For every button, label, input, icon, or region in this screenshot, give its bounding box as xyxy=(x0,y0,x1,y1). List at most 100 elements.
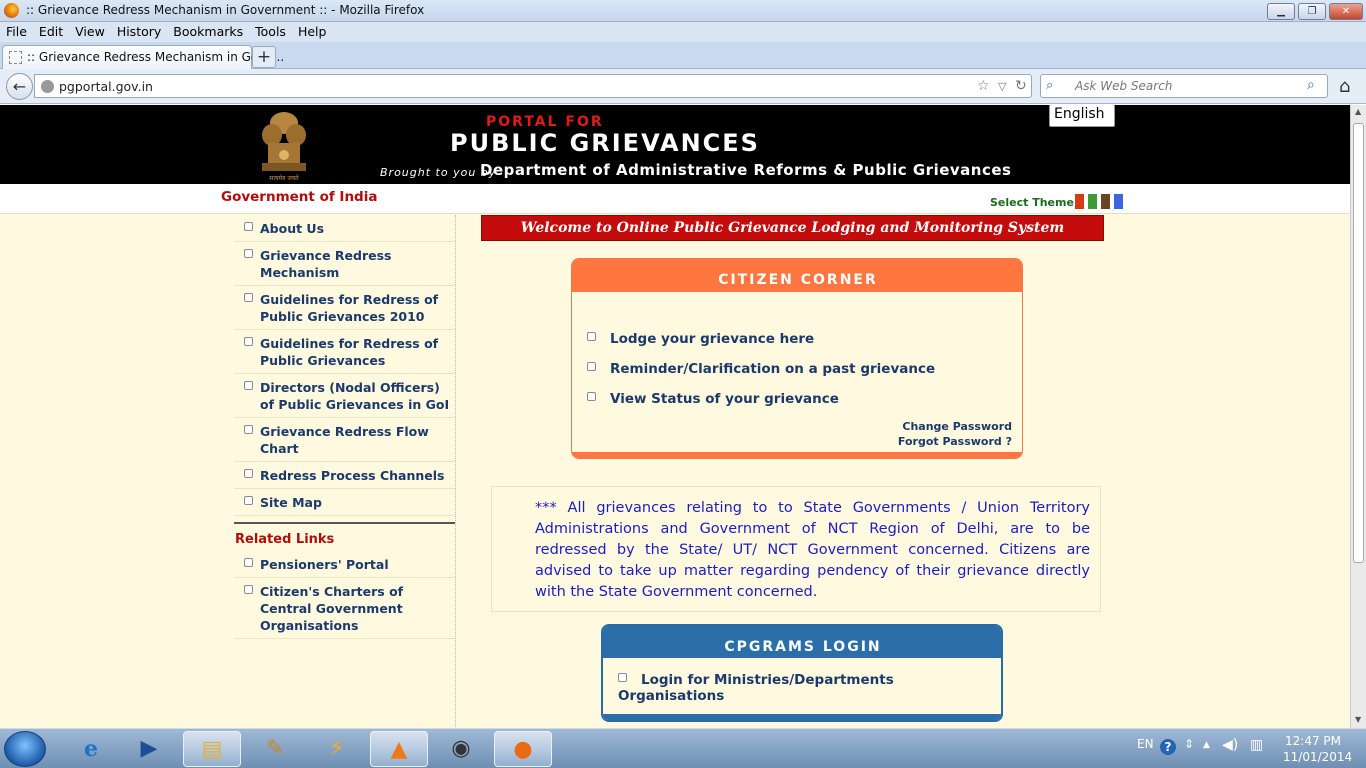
link-label: Lodge your grievance here xyxy=(610,331,815,347)
link-label: Login for Ministries/Departments Organis… xyxy=(618,672,894,704)
language-indicator[interactable]: EN xyxy=(1137,737,1154,751)
nav-label: Site Map xyxy=(260,495,322,510)
cpgrams-footer xyxy=(603,714,1001,720)
tab-grievance[interactable]: :: Grievance Redress Mechanism in Gove..… xyxy=(2,45,284,69)
tray-expand-icon[interactable]: ▲ xyxy=(1203,740,1210,750)
cpgrams-login-panel: CPGRAMS LOGIN Login for Ministries/Depar… xyxy=(601,624,1003,722)
checkbox-icon xyxy=(244,496,253,505)
explorer-icon[interactable]: ▤ xyxy=(183,731,241,767)
start-button[interactable] xyxy=(4,731,46,767)
help-icon[interactable]: ? xyxy=(1160,739,1176,755)
home-icon[interactable]: ⌂ xyxy=(1339,76,1350,97)
menu-view[interactable]: View xyxy=(69,22,111,39)
search-icon[interactable]: ⌕ xyxy=(1307,77,1315,93)
brought-by-label: Brought to you by xyxy=(380,166,497,179)
clock[interactable]: 12:47 PM 11/01/2014 xyxy=(1283,733,1353,765)
maximize-button[interactable]: ❐ xyxy=(1298,3,1326,20)
nav-label: About Us xyxy=(260,221,325,236)
language-value: English xyxy=(1054,106,1105,122)
citizen-corner-title: CITIZEN CORNER xyxy=(572,259,1022,292)
menu-help[interactable]: Help xyxy=(292,22,333,39)
header-banner: सत्यमेव जयते PORTAL FOR PUBLIC GRIEVANCE… xyxy=(0,105,1350,184)
nav-guidelines[interactable]: Guidelines for Redress of Public Grievan… xyxy=(234,330,455,374)
theme-swatch-green[interactable] xyxy=(1088,194,1097,209)
page-content: सत्यमेव जयते PORTAL FOR PUBLIC GRIEVANCE… xyxy=(0,105,1350,728)
bookmark-star-icon[interactable]: ☆ xyxy=(977,78,990,94)
clock-date: 11/01/2014 xyxy=(1283,750,1353,764)
language-select[interactable]: English ▼ xyxy=(1049,105,1115,137)
change-password-link[interactable]: Change Password xyxy=(902,420,1012,433)
nav-label: Grievance Redress Mechanism xyxy=(260,248,392,280)
back-button[interactable]: ← xyxy=(6,73,33,100)
nav-label: Pensioners' Portal xyxy=(260,557,389,572)
media-player-icon[interactable]: ▶ xyxy=(120,731,178,767)
volume-icon[interactable]: ◀) xyxy=(1222,737,1238,753)
checkbox-icon xyxy=(244,558,253,567)
nav-redress-channels[interactable]: Redress Process Channels xyxy=(234,462,455,489)
nav-flow-chart[interactable]: Grievance Redress Flow Chart xyxy=(234,418,455,462)
ministries-login-link[interactable]: Login for Ministries/Departments Organis… xyxy=(618,672,1001,704)
citizen-corner-footer xyxy=(572,452,1022,458)
navigation-bar: ← pgportal.gov.in ☆ ▽ ↻ ⌕ Ask Web Search… xyxy=(0,69,1366,104)
firefox-icon xyxy=(4,3,19,18)
vlc-icon[interactable]: ▲ xyxy=(370,731,428,767)
menu-history[interactable]: History xyxy=(111,22,167,39)
checkbox-icon xyxy=(244,585,253,594)
view-status-link[interactable]: View Status of your grievance xyxy=(587,391,839,407)
network-icon[interactable]: ▥ xyxy=(1250,737,1263,753)
clock-time: 12:47 PM xyxy=(1285,734,1341,748)
nav-directors-nodal-officers[interactable]: Directors (Nodal Officers) of Public Gri… xyxy=(234,374,455,418)
theme-swatch-brown[interactable] xyxy=(1101,194,1110,209)
window-title-bar: :: Grievance Redress Mechanism in Govern… xyxy=(0,0,1366,22)
url-dropdown-icon[interactable]: ▽ xyxy=(998,80,1006,93)
checkbox-icon xyxy=(244,249,253,258)
search-engine-icon[interactable]: ⌕ xyxy=(1046,78,1053,93)
nav-guidelines-2010[interactable]: Guidelines for Redress of Public Grievan… xyxy=(234,286,455,330)
nav-pensioners-portal[interactable]: Pensioners' Portal xyxy=(234,551,455,578)
notification-icon[interactable]: ⇕ xyxy=(1184,737,1194,751)
citizen-corner-panel: CITIZEN CORNER Lodge your grievance here… xyxy=(571,258,1023,459)
nav-site-map[interactable]: Site Map xyxy=(234,489,455,516)
checkbox-icon xyxy=(244,425,253,434)
checkbox-icon xyxy=(244,337,253,346)
menu-file[interactable]: File xyxy=(0,22,33,39)
scroll-down-icon[interactable]: ▼ xyxy=(1355,715,1361,724)
reload-icon[interactable]: ↻ xyxy=(1015,78,1027,94)
welcome-banner: Welcome to Online Public Grievance Lodgi… xyxy=(481,215,1104,241)
menu-edit[interactable]: Edit xyxy=(33,22,69,39)
vertical-scrollbar[interactable]: ▲ ▼ xyxy=(1350,105,1366,728)
internet-explorer-icon[interactable]: e xyxy=(62,731,120,767)
windows-taskbar: e ▶ ▤ ✎ ⚡ ▲ ◉ ● EN ? ⇕ ▲ ◀) ▥ 12:47 PM 1… xyxy=(0,728,1366,768)
nav-grievance-redress-mechanism[interactable]: Grievance Redress Mechanism xyxy=(234,242,455,286)
firefox-taskbar-icon[interactable]: ● xyxy=(494,731,552,767)
note-text: *** All grievances relating to to State … xyxy=(535,500,1090,600)
nav-label: Directors (Nodal Officers) of Public Gri… xyxy=(260,380,450,412)
lodge-grievance-link[interactable]: Lodge your grievance here xyxy=(587,331,814,347)
search-box[interactable]: ⌕ Ask Web Search ⌕ xyxy=(1040,74,1328,98)
department-name: Department of Administrative Reforms & P… xyxy=(480,161,1012,179)
paint-icon[interactable]: ✎ xyxy=(246,731,304,767)
menu-bar: File Edit View History Bookmarks Tools Help xyxy=(0,22,1366,42)
menu-bookmarks[interactable]: Bookmarks xyxy=(167,22,249,39)
checkbox-icon xyxy=(244,293,253,302)
scrollbar-thumb[interactable] xyxy=(1353,123,1364,563)
forgot-password-link[interactable]: Forgot Password ? xyxy=(898,435,1012,448)
theme-swatch-blue[interactable] xyxy=(1114,194,1123,209)
close-button[interactable]: ✕ xyxy=(1329,3,1363,20)
scroll-up-icon[interactable]: ▲ xyxy=(1355,107,1361,116)
page-icon xyxy=(9,51,22,64)
reminder-clarification-link[interactable]: Reminder/Clarification on a past grievan… xyxy=(587,361,935,377)
minimize-button[interactable]: ▁ xyxy=(1267,3,1295,20)
address-bar[interactable]: pgportal.gov.in ☆ ▽ ↻ xyxy=(34,74,1032,98)
checkbox-icon xyxy=(618,673,627,682)
camera-icon[interactable]: ◉ xyxy=(432,731,490,767)
theme-swatch-red[interactable] xyxy=(1075,194,1084,209)
nav-label: Guidelines for Redress of Public Grievan… xyxy=(260,292,439,324)
nav-citizens-charters[interactable]: Citizen's Charters of Central Government… xyxy=(234,578,455,639)
new-tab-button[interactable]: + xyxy=(252,46,276,68)
window-title: :: Grievance Redress Mechanism in Govern… xyxy=(26,3,425,17)
menu-tools[interactable]: Tools xyxy=(249,22,292,39)
winamp-icon[interactable]: ⚡ xyxy=(308,731,366,767)
nav-about-us[interactable]: About Us xyxy=(234,215,455,242)
related-links-heading: Related Links xyxy=(234,522,455,551)
